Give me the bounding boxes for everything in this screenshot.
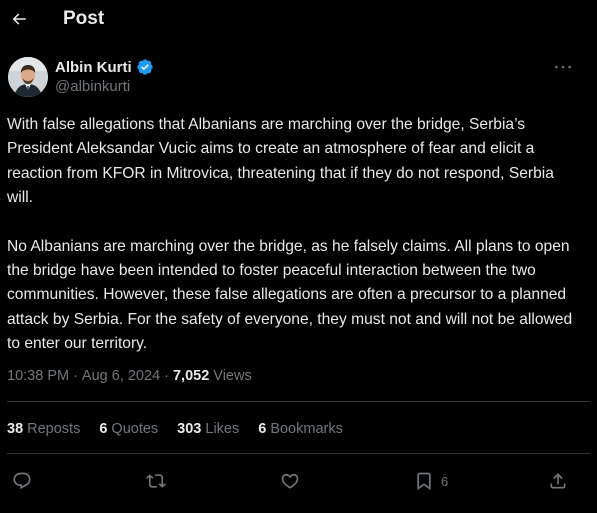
repost-button[interactable]	[146, 466, 166, 496]
action-bar: 6	[0, 466, 597, 496]
more-dots-icon	[555, 65, 571, 69]
author-handle[interactable]: @albinkurti	[55, 78, 130, 95]
likes-label: Likes	[205, 421, 240, 437]
post-paragraph-1: With false allegations that Albanians ar…	[7, 116, 554, 207]
arrow-left-icon	[12, 13, 26, 25]
reposts-stat[interactable]: 38 Reposts	[7, 421, 80, 437]
meta-separator: ·	[164, 368, 169, 384]
avatar-image	[8, 57, 48, 97]
quotes-stat[interactable]: 6 Quotes	[99, 421, 158, 437]
quotes-count: 6	[99, 421, 108, 437]
views-label: Views	[213, 368, 252, 384]
reply-icon	[13, 472, 31, 490]
like-button[interactable]	[280, 466, 300, 496]
heart-icon	[281, 473, 299, 489]
page-title: Post	[63, 8, 105, 29]
author-name[interactable]: Albin Kurti	[55, 59, 132, 76]
share-icon	[550, 473, 566, 489]
repost-icon	[146, 474, 166, 488]
post-date[interactable]: Aug 6, 2024	[82, 368, 160, 384]
avatar[interactable]	[8, 57, 48, 97]
bookmarks-label: Bookmarks	[270, 421, 343, 437]
verified-badge-icon[interactable]	[136, 58, 154, 76]
post-stats: 38 Reposts 6 Quotes 303 Likes 6 Bookmark…	[7, 421, 362, 437]
views-count: 7,052	[172, 368, 210, 384]
share-button[interactable]	[548, 466, 568, 496]
bookmark-icon	[417, 472, 431, 491]
post-header: Post	[0, 0, 597, 40]
bookmark-button[interactable]: 6	[414, 466, 448, 496]
post-text: With false allegations that Albanians ar…	[7, 113, 582, 357]
bookmark-count: 6	[441, 473, 449, 489]
more-options-button[interactable]	[552, 58, 574, 76]
back-button[interactable]	[6, 6, 32, 32]
likes-count: 303	[177, 421, 202, 437]
post-meta: 10:38 PM · Aug 6, 2024 · 7,052 Views	[7, 368, 252, 384]
author-name-row[interactable]: Albin Kurti	[55, 58, 154, 76]
reposts-label: Reposts	[27, 421, 81, 437]
meta-separator: ·	[73, 368, 78, 384]
reposts-count: 38	[7, 421, 24, 437]
reply-button[interactable]	[12, 466, 32, 496]
divider	[7, 453, 590, 454]
likes-stat[interactable]: 303 Likes	[177, 421, 239, 437]
divider	[7, 401, 590, 402]
post-time[interactable]: 10:38 PM	[7, 368, 69, 384]
quotes-label: Quotes	[111, 421, 159, 437]
bookmarks-count: 6	[258, 421, 267, 437]
post-paragraph-2: No Albanians are marching over the bridg…	[7, 237, 573, 353]
bookmarks-stat[interactable]: 6 Bookmarks	[258, 421, 343, 437]
